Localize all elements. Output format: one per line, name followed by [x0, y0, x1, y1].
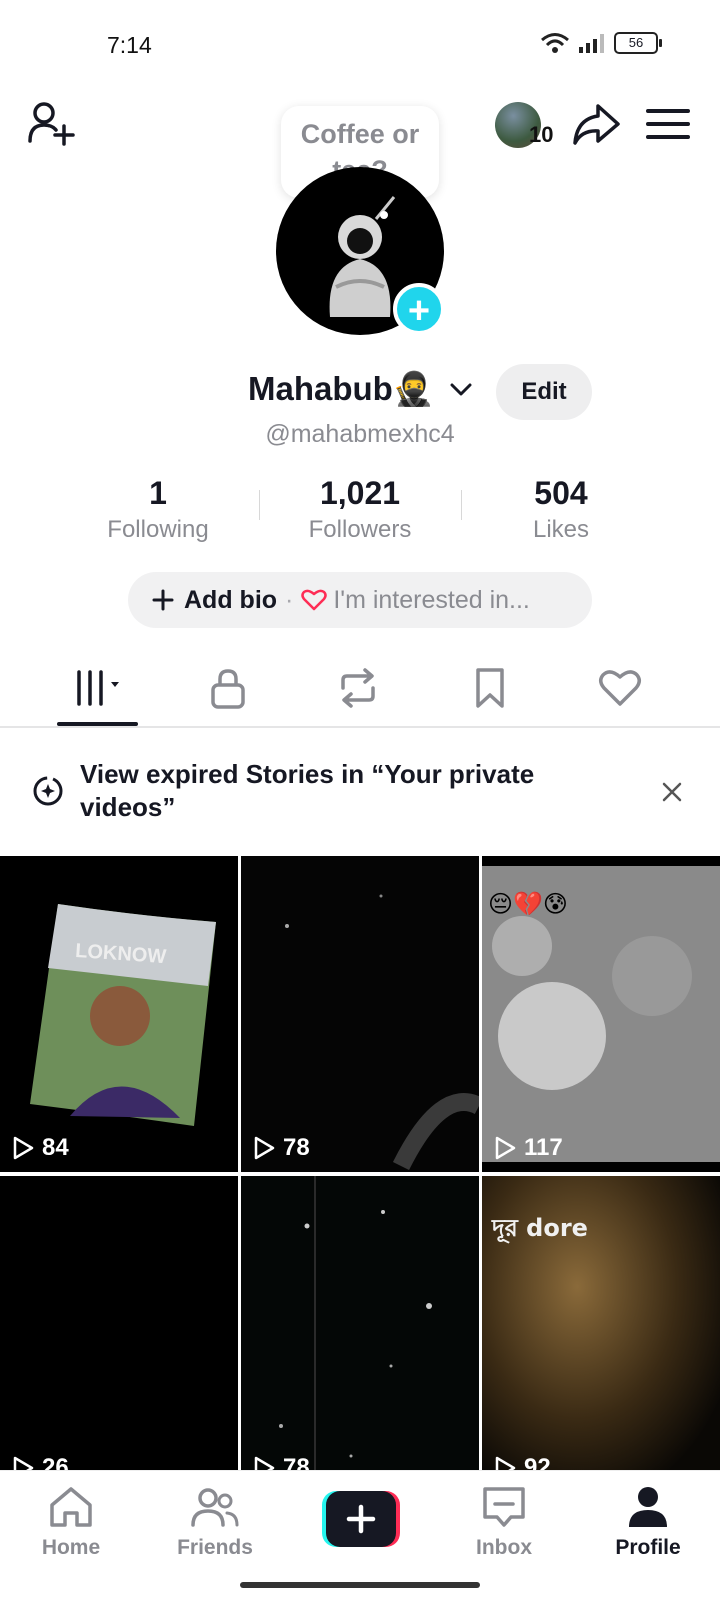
profile-handle: @mahabmexhc4 — [265, 420, 455, 448]
bookmark-icon — [476, 668, 504, 708]
nav-inbox-label: Inbox — [476, 1536, 532, 1559]
battery-indicator: 56 — [614, 32, 662, 54]
share-icon[interactable] — [570, 98, 622, 150]
nav-profile-label: Profile — [615, 1536, 681, 1559]
wifi-icon — [541, 33, 569, 53]
video-tile[interactable]: 😔💔😰 117 — [482, 856, 720, 1172]
add-friend-icon[interactable] — [26, 98, 78, 150]
add-bio-label: Add bio — [184, 585, 278, 614]
add-bio-pill[interactable]: Add bio · I'm interested in... — [128, 572, 592, 628]
nav-home[interactable]: Home — [16, 1485, 126, 1560]
video-thumbnail: LOKNOW — [30, 904, 216, 1126]
nav-profile[interactable]: Profile — [593, 1485, 703, 1560]
likes-label: Likes — [532, 516, 590, 543]
view-count-value: 84 — [42, 1134, 69, 1161]
view-count-value: 117 — [524, 1134, 563, 1161]
stories-icon — [33, 776, 63, 806]
video-tile[interactable]: LOKNOW 84 — [0, 856, 238, 1172]
tab-private[interactable] — [192, 660, 264, 716]
home-indicator[interactable] — [240, 1582, 480, 1588]
nav-friends-label: Friends — [177, 1536, 253, 1559]
expired-stories-banner-text[interactable]: View expired Stories in “Your private vi… — [80, 758, 600, 824]
tabs-divider — [0, 726, 720, 728]
stat-divider — [259, 490, 260, 520]
play-icon — [495, 1136, 516, 1160]
play-icon — [13, 1136, 34, 1160]
video-thumbnail — [241, 856, 479, 1172]
create-button[interactable] — [322, 1491, 400, 1547]
video-thumbnail: দূর dore — [482, 1176, 720, 1492]
stat-following[interactable]: 1 Following — [68, 475, 248, 544]
separator-dot: · — [285, 585, 294, 614]
edit-profile-button[interactable]: Edit — [496, 364, 592, 420]
grid-videos-icon — [77, 670, 119, 706]
friends-icon — [191, 1488, 239, 1527]
tab-favorites[interactable] — [454, 660, 526, 716]
tab-videos[interactable] — [62, 660, 134, 716]
followers-count: 1,021 — [319, 475, 401, 511]
video-tile[interactable]: 26 — [0, 1176, 238, 1492]
chevron-down-icon[interactable] — [450, 382, 472, 398]
view-count: 78 — [253, 1134, 310, 1162]
video-overlay-text: দূর dore — [491, 1214, 588, 1243]
video-tile[interactable]: 78 — [241, 856, 479, 1172]
video-tile[interactable]: দূর dore 92 — [482, 1176, 720, 1492]
following-count: 1 — [149, 475, 167, 511]
repost-icon — [341, 668, 375, 708]
play-icon — [254, 1136, 275, 1160]
signal-icon — [579, 34, 604, 53]
nav-friends[interactable]: Friends — [160, 1485, 270, 1560]
stat-likes[interactable]: 504 Likes — [471, 475, 651, 544]
inbox-icon — [483, 1487, 525, 1527]
status-icons: 56 — [540, 32, 662, 54]
home-icon — [50, 1487, 92, 1527]
video-thumbnail: 😔💔😰 — [482, 866, 720, 1162]
heart-icon — [301, 589, 328, 611]
profile-icon — [629, 1487, 667, 1527]
lock-icon — [211, 669, 245, 709]
view-count: 117 — [494, 1134, 563, 1162]
video-overlay-text: 😔💔😰 — [488, 891, 568, 918]
interests-label: I'm interested in... — [333, 585, 530, 614]
view-count-value: 78 — [283, 1134, 310, 1161]
video-tile[interactable]: 78 — [241, 1176, 479, 1492]
likes-count: 504 — [534, 475, 588, 511]
stat-divider — [461, 490, 462, 520]
close-icon[interactable] — [660, 780, 684, 804]
plus-icon — [152, 589, 174, 611]
nav-inbox[interactable]: Inbox — [449, 1485, 559, 1560]
friends-count: 10 — [529, 122, 554, 147]
profile-name[interactable]: Mahabub🥷 — [248, 370, 434, 409]
heart-outline-icon — [599, 670, 641, 706]
view-count: 84 — [12, 1134, 69, 1162]
tab-reposts[interactable] — [322, 660, 394, 716]
status-time: 7:14 — [107, 32, 152, 58]
following-label: Following — [107, 516, 209, 543]
nav-home-label: Home — [41, 1536, 101, 1559]
tab-liked[interactable] — [584, 660, 656, 716]
stat-followers[interactable]: 1,021 Followers — [270, 475, 450, 544]
video-thumbnail — [0, 1176, 238, 1492]
add-story-button[interactable]: + — [393, 283, 445, 335]
video-thumbnail — [241, 1176, 479, 1492]
followers-label: Followers — [308, 516, 412, 543]
menu-icon[interactable] — [642, 98, 694, 150]
